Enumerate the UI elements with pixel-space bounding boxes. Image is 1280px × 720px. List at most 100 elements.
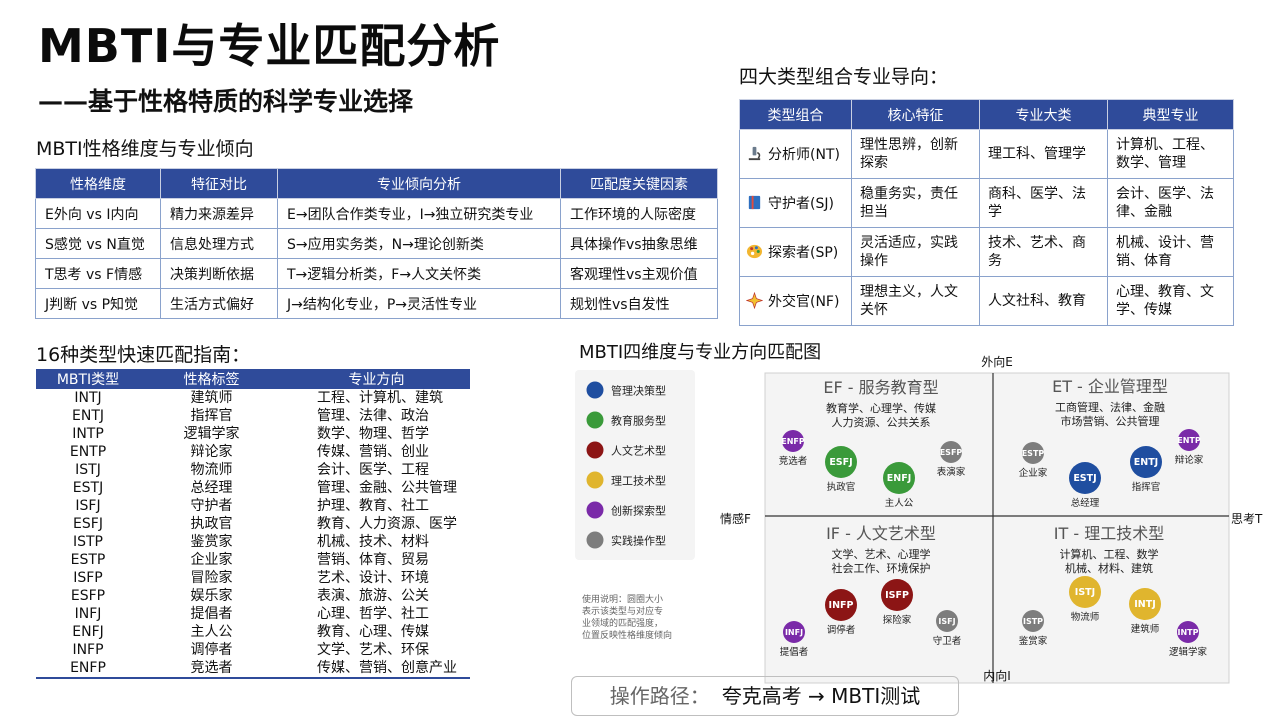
table-row: 探索者(SP) 灵活适应，实践操作 技术、艺术、商务 机械、设计、营销、体育 [739,227,1234,277]
table-cell: 会计、医学、法律、金融 [1107,178,1234,228]
type-group-label: 外交官(NF) [768,293,840,310]
quadrant-title: IF - 人文艺术型 [826,524,936,543]
bubble-label: 守卫者 [933,635,962,647]
table-row: INTP 逻辑学家 数学、物理、哲学 [36,425,470,443]
table-cell: 稳重务实，责任担当 [851,178,980,228]
table-cell: 规划性vs自发性 [560,288,718,319]
table-cell: 会计、医学、工程 [317,462,429,478]
legend-box [575,370,695,560]
table-cell: T思考 vs F情感 [35,258,161,289]
table-cell: 理性思辨，创新探索 [851,129,980,179]
matrix-heading: MBTI四维度与专业方向匹配图 [579,342,821,363]
table-cell: 文学、艺术、环保 [317,642,429,658]
bubble-label: 执政官 [827,481,856,493]
table-cell: 管理、金融、公共管理 [317,480,457,496]
table-cell: 理工科、管理学 [979,129,1108,179]
table-cell: INTP [72,426,104,442]
bubble-label: 主人公 [885,497,914,509]
table-row: ISFP 冒险家 艺术、设计、环境 [36,569,470,587]
table-cell: INFP [72,642,104,658]
table-cell: 主人公 [190,624,233,640]
quadrant-majors: 人力资源、公共关系 [832,415,931,429]
table-row: ESFJ 执政官 教育、人力资源、医学 [36,515,470,533]
palette-icon [746,244,763,258]
bubble-label: 探险家 [883,614,912,626]
mbti-matrix-diagram: MBTI四维度与专业方向匹配图管理决策型教育服务型人文艺术型理工技术型创新探索型… [575,342,1263,684]
column-header: MBTI类型 [36,369,140,389]
route-box: 操作路径： 夸克高考 → MBTI测试 [571,676,959,716]
table-cell: S→应用实务类，N→理论创新类 [277,228,561,259]
table-cell: 人文社科、教育 [979,276,1108,326]
table-row: ENTJ 指挥官 管理、法律、政治 [36,407,470,425]
bubble-code: ISTJ [1075,587,1095,598]
quadrant-majors: 机械、材料、建筑 [1065,561,1153,575]
table-cell: ENTP [69,444,107,460]
table-cell: 建筑师 [190,390,233,406]
column-header: 性格维度 [35,168,161,199]
table-cell: ENTJ [72,408,104,424]
quadrant-majors: 工商管理、法律、金融 [1055,400,1165,414]
quadrant-title: EF - 服务教育型 [823,378,938,397]
table-cell: 逻辑学家 [183,426,240,442]
bubble-label: 建筑师 [1131,623,1160,635]
table-row: 守护者(SJ) 稳重务实，责任担当 商科、医学、法学 会计、医学、法律、金融 [739,178,1234,228]
table-cell: 表演、旅游、公关 [317,588,429,604]
table-row: ISTJ 物流师 会计、医学、工程 [36,461,470,479]
table-row: S感觉 vs N直觉 信息处理方式 S→应用实务类，N→理论创新类 具体操作vs… [35,228,718,259]
quadrant-majors: 文学、艺术、心理学 [832,547,931,561]
column-header: 类型组合 [739,99,852,130]
bubble-label: 物流师 [1071,611,1100,623]
usage-note: 业领域的匹配强度， [582,617,663,629]
table-cell: 守护者(SJ) [739,178,852,228]
table-cell: 心理、教育、文学、传媒 [1107,276,1234,326]
table-row: ISTP 鉴赏家 机械、技术、材料 [36,533,470,551]
axis-label-left: 情感F [720,511,751,526]
quadrant-title: IT - 理工技术型 [1054,524,1164,543]
table-cell: 教育、人力资源、医学 [317,516,457,532]
table-cell: 数学、物理、哲学 [317,426,429,442]
table-cell: 工程、计算机、建筑 [317,390,443,406]
bubble-code: ENTJ [1134,457,1158,468]
type-group-label: 分析师(NT) [768,146,840,163]
legend-label: 人文艺术型 [611,444,666,458]
table-cell: 娱乐家 [190,588,233,604]
table-cell: 企业家 [190,552,233,568]
table-cell: E外向 vs I内向 [35,198,161,229]
table-cell: ESTP [70,552,106,568]
table-cell: 指挥官 [190,408,233,424]
table-cell: S感觉 vs N直觉 [35,228,161,259]
table-cell: E→团队合作类专业，I→独立研究类专业 [277,198,561,229]
bubble-label: 竞选者 [779,455,808,467]
table-row: E外向 vs I内向 精力来源差异 E→团队合作类专业，I→独立研究类专业 工作… [35,198,718,229]
bubble-code: ESTP [1022,449,1045,458]
table-cell: INTJ [74,390,102,406]
table-cell: 总经理 [190,480,233,496]
table-cell: 守护者 [190,498,233,514]
table-cell: J判断 vs P知觉 [35,288,161,319]
table-cell: 机械、技术、材料 [317,534,429,550]
table-header-row: 类型组合 核心特征 专业大类 典型专业 [739,99,1234,130]
table-cell: ISFP [73,570,103,586]
table-cell: 精力来源差异 [160,198,278,229]
four-types-heading: 四大类型组合专业导向： [739,66,949,88]
table-cell: 传媒、营销、创意产业 [317,660,457,676]
axis-label-top: 外向E [981,354,1013,369]
table-cell: 教育、心理、传媒 [317,624,429,640]
table-cell: 艺术、设计、环境 [317,570,429,586]
table-cell: 生活方式偏好 [160,288,278,319]
table-row: T思考 vs F情感 决策判断依据 T→逻辑分析类，F→人文关怀类 客观理性vs… [35,258,718,289]
bubble-code: INFJ [785,628,803,637]
route-label: 操作路径： [609,684,710,708]
table-cell: ISFJ [75,498,101,514]
bubble-code: ESTJ [1073,473,1096,484]
table-cell: 鉴赏家 [190,534,233,550]
table-cell: INFJ [74,606,102,622]
column-header: 性格标签 [140,369,283,389]
dimensions-table: 性格维度 特征对比 专业倾向分析 匹配度关键因素 E外向 vs I内向 精力来源… [35,168,718,319]
table-cell: 竞选者 [190,660,233,676]
table-cell: 探索者(SP) [739,227,852,277]
column-header: 核心特征 [851,99,980,130]
bubble-label: 调停者 [827,624,856,636]
bubble-code: ESFJ [829,457,852,468]
quadrant-majors: 市场营销、公共管理 [1061,414,1160,428]
